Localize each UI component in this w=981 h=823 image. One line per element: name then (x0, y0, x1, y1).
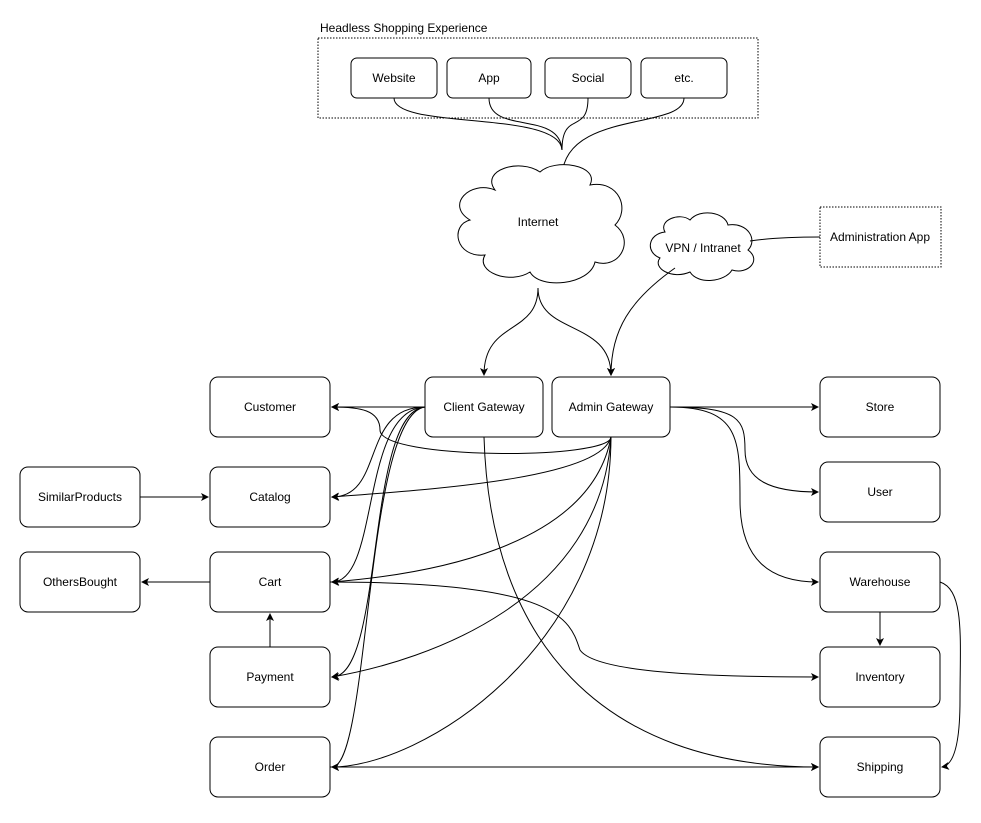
service-inventory[interactable]: Inventory (819, 646, 941, 708)
service-label: SimilarProducts (38, 490, 122, 504)
service-customer[interactable]: Customer (209, 376, 331, 438)
channel-website[interactable]: Website (350, 57, 438, 99)
service-label: Warehouse (850, 575, 911, 589)
service-order[interactable]: Order (209, 736, 331, 798)
administration-app[interactable]: Administration App (819, 206, 942, 268)
service-label: Inventory (855, 670, 904, 684)
channel-label: App (478, 71, 500, 85)
internet-cloud: Internet (457, 164, 625, 284)
service-shipping[interactable]: Shipping (819, 736, 941, 798)
edge-website-internet (393, 97, 563, 151)
admin-gateway-label: Admin Gateway (569, 400, 654, 414)
edge-internet-admin (537, 287, 615, 376)
client-gateway-label: Client Gateway (443, 400, 524, 414)
service-label: User (867, 485, 892, 499)
service-warehouse[interactable]: Warehouse (819, 551, 941, 613)
admin-app-label: Administration App (830, 230, 930, 244)
channel-label: Website (372, 71, 415, 85)
architecture-diagram: Headless Shopping Experience Website App… (19, 21, 961, 798)
service-similarproducts[interactable]: SimilarProducts (19, 466, 141, 528)
edge-admin-user (669, 406, 819, 496)
channel-label: Social (572, 71, 605, 85)
edge-client-shipping (483, 436, 819, 771)
service-othersbought[interactable]: OthersBought (19, 551, 141, 613)
edge-client-order (331, 406, 426, 771)
service-user[interactable]: User (819, 461, 941, 523)
service-label: Store (866, 400, 895, 414)
edge-social-internet (561, 97, 589, 151)
channel-label: etc. (674, 71, 693, 85)
edge-client-payment (331, 406, 426, 681)
service-label: OthersBought (43, 575, 118, 589)
edge-etc-internet (558, 97, 685, 177)
container-label: Headless Shopping Experience (320, 21, 488, 35)
edge-internet-client (480, 287, 539, 376)
channel-app[interactable]: App (446, 57, 532, 99)
edge-vpn-admin (607, 267, 676, 376)
service-payment[interactable]: Payment (209, 646, 331, 708)
service-label: Cart (259, 575, 282, 589)
service-label: Customer (244, 400, 296, 414)
service-label: Shipping (857, 760, 904, 774)
service-label: Order (255, 760, 286, 774)
client-gateway[interactable]: Client Gateway (424, 376, 544, 438)
edge-adminapp-vpn (749, 236, 821, 242)
channel-etc[interactable]: etc. (640, 57, 728, 99)
service-label: Catalog (249, 490, 290, 504)
vpn-label: VPN / Intranet (665, 241, 741, 255)
vpn-cloud: VPN / Intranet (650, 212, 755, 281)
edge-warehouse-shipping (939, 581, 961, 770)
service-label: Payment (246, 670, 294, 684)
edge-cart-inventory (329, 581, 819, 681)
admin-gateway[interactable]: Admin Gateway (551, 376, 671, 438)
service-store[interactable]: Store (819, 376, 941, 438)
service-catalog[interactable]: Catalog (209, 466, 331, 528)
service-cart[interactable]: Cart (209, 551, 331, 613)
channel-social[interactable]: Social (544, 57, 632, 99)
internet-label: Internet (518, 215, 559, 229)
